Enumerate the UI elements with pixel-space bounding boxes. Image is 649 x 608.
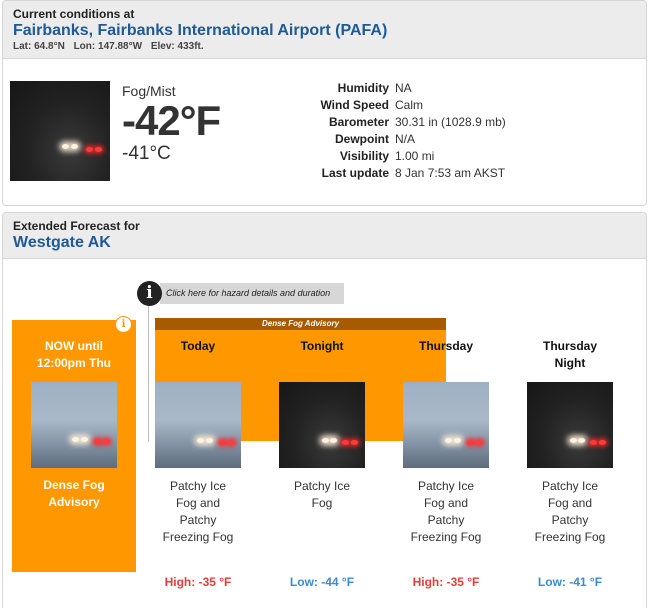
forecast-period-today: Today Patchy Ice Fog and Patchy Freezing… [148, 338, 248, 589]
detail-label: Wind Speed [320, 98, 389, 112]
detail-row-last-update: Last update 8 Jan 7:53 am AKST [290, 165, 509, 182]
period-forecast-image[interactable] [527, 382, 613, 468]
condition-line: Fog and [423, 496, 469, 510]
advisory-info-icon[interactable]: i [115, 316, 132, 333]
forecast-location: Westgate AK [13, 234, 111, 251]
now-forecast-image[interactable] [31, 382, 117, 468]
detail-label: Visibility [339, 149, 389, 163]
detail-value: NA [395, 81, 412, 95]
current-details-table: Humidity NA Wind Speed Calm Barometer 30.31… [290, 80, 509, 182]
condition-line: Fog and [175, 496, 221, 510]
detail-value: 1.00 mi [395, 149, 435, 163]
period-forecast-image[interactable] [279, 382, 365, 468]
period-name-line1: Today [180, 339, 216, 353]
period-condition: Patchy Ice Fog [272, 478, 372, 550]
condition-line: Patchy Ice [541, 479, 599, 493]
period-temperature: Low: -41 °F [537, 575, 603, 589]
elevation: Elev: 433ft. [150, 41, 204, 52]
period-temperature: Low: -44 °F [289, 575, 355, 589]
now-title-line1: NOW until [45, 339, 103, 353]
hazard-details-link[interactable]: i Click here for hazard details and dura… [137, 280, 345, 306]
detail-row-visibility: Visibility 1.00 mi [290, 148, 509, 165]
detail-label: Dewpoint [335, 132, 389, 146]
hazard-link-text[interactable]: Click here for hazard details and durati… [160, 282, 345, 304]
condition-line: Patchy Ice [417, 479, 475, 493]
detail-row-wind-speed: Wind Speed Calm [290, 97, 509, 114]
period-name-line1: Thursday [418, 339, 473, 353]
station-coordinates: Lat: 64.8°N Lon: 147.88°W Elev: 433ft. [13, 41, 636, 53]
current-temp-f: -42°F [122, 97, 221, 144]
detail-label: Humidity [337, 81, 389, 95]
period-name: Thursday [396, 338, 496, 372]
period-forecast-image[interactable] [403, 382, 489, 468]
extended-forecast-header: Extended Forecast for Westgate AK [3, 213, 646, 259]
period-condition: Patchy Ice Fog and Patchy Freezing Fog [520, 478, 620, 550]
now-advisory-column[interactable]: i NOW until 12:00pm Thu Dense Fog Adviso… [12, 316, 136, 572]
forecast-period-tonight: Tonight Patchy Ice Fog Low: -44 °F [272, 338, 372, 589]
current-conditions-image [10, 81, 110, 181]
now-condition-line1: Dense Fog [43, 478, 105, 492]
condition-line: Patchy [427, 513, 465, 527]
period-name: Thursday Night [520, 338, 620, 372]
now-title: NOW until 12:00pm Thu [12, 338, 136, 372]
condition-line: Patchy [551, 513, 589, 527]
current-conditions-header: Current conditions at Fairbanks, Fairban… [3, 1, 646, 59]
now-condition-line2: Advisory [48, 495, 100, 509]
condition-line: Patchy [179, 513, 217, 527]
info-circle-icon[interactable]: i [137, 280, 162, 306]
detail-value: 30.31 in (1028.9 mb) [395, 115, 506, 129]
period-name-line1: Tonight [300, 339, 344, 353]
period-forecast-image[interactable] [155, 382, 241, 468]
detail-label: Last update [321, 166, 389, 180]
period-name-line2: Night [554, 356, 586, 370]
condition-line: Patchy Ice [293, 479, 351, 493]
condition-line: Freezing Fog [410, 530, 482, 544]
period-temperature: High: -35 °F [164, 575, 232, 589]
detail-value: N/A [395, 132, 416, 146]
forecast-period-thursday: Thursday Patchy Ice Fog and Patchy Freez… [396, 338, 496, 589]
longitude: Lon: 147.88°W [73, 41, 143, 52]
period-condition: Patchy Ice Fog and Patchy Freezing Fog [148, 478, 248, 550]
period-name: Tonight [272, 338, 372, 372]
detail-row-humidity: Humidity NA [290, 80, 509, 97]
condition-line: Freezing Fog [162, 530, 234, 544]
now-title-line2: 12:00pm Thu [36, 356, 111, 370]
now-condition[interactable]: Dense Fog Advisory [12, 477, 136, 511]
period-condition: Patchy Ice Fog and Patchy Freezing Fog [396, 478, 496, 550]
detail-row-barometer: Barometer 30.31 in (1028.9 mb) [290, 114, 509, 131]
station-name: Fairbanks, Fairbanks International Airpo… [13, 22, 388, 39]
detail-row-dewpoint: Dewpoint N/A [290, 131, 509, 148]
latitude: Lat: 64.8°N [13, 41, 65, 52]
extended-forecast-heading: Extended Forecast for [13, 219, 140, 233]
detail-label: Barometer [328, 115, 389, 129]
current-summary: Fog/Mist -42°F -41°C [122, 83, 221, 165]
condition-line: Freezing Fog [534, 530, 606, 544]
current-conditions-heading: Current conditions at [13, 7, 135, 21]
period-temperature: High: -35 °F [412, 575, 480, 589]
condition-line: Fog [311, 496, 333, 510]
current-temp-c: -41°C [122, 143, 171, 164]
detail-value: Calm [395, 98, 424, 112]
period-name: Today [148, 338, 248, 372]
condition-line: Patchy Ice [169, 479, 227, 493]
detail-value: 8 Jan 7:53 am AKST [395, 166, 506, 180]
forecast-period-thursday-night: Thursday Night Patchy Ice Fog and Patchy… [520, 338, 620, 589]
advisory-bar[interactable]: Dense Fog Advisory [155, 318, 446, 330]
condition-line: Fog and [547, 496, 593, 510]
period-name-line1: Thursday [542, 339, 597, 353]
